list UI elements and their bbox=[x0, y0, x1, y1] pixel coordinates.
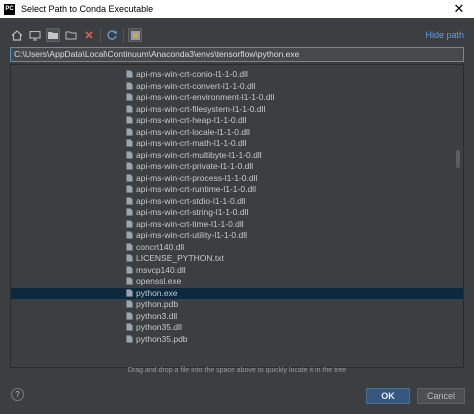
file-name: concrt140.dll bbox=[136, 241, 185, 252]
show-hidden-files-icon[interactable] bbox=[128, 28, 142, 42]
file-icon bbox=[126, 196, 133, 205]
file-tree-row[interactable]: openssl.exe bbox=[11, 276, 463, 287]
file-name: api-ms-win-crt-runtime-l1-1-0.dll bbox=[136, 184, 256, 194]
help-button[interactable]: ? bbox=[11, 388, 24, 401]
file-tree-row[interactable]: api-ms-win-crt-runtime-l1-1-0.dll bbox=[11, 184, 463, 195]
file-icon bbox=[126, 81, 133, 90]
file-name: api-ms-win-crt-math-l1-1-0.dll bbox=[136, 138, 247, 148]
file-tree-row[interactable]: api-ms-win-crt-stdio-l1-1-0.dll bbox=[11, 196, 463, 207]
file-name: api-ms-win-crt-string-l1-1-0.dll bbox=[136, 207, 249, 217]
file-icon bbox=[126, 116, 133, 124]
file-icon bbox=[126, 70, 133, 78]
file-tree-row[interactable]: python35.dll bbox=[11, 322, 463, 333]
home-icon[interactable] bbox=[10, 28, 24, 42]
file-tree-row[interactable]: api-ms-win-crt-conio-l1-1-0.dll bbox=[11, 69, 463, 80]
file-icon bbox=[126, 277, 133, 285]
file-icon bbox=[126, 311, 133, 320]
file-icon bbox=[126, 300, 133, 308]
file-icon bbox=[126, 104, 133, 113]
file-name: api-ms-win-crt-time-l1-1-0.dll bbox=[136, 218, 244, 229]
file-icon bbox=[126, 334, 133, 343]
file-name: api-ms-win-crt-multibyte-l1-1-0.dll bbox=[136, 149, 262, 160]
file-name: python3.dll bbox=[136, 310, 178, 321]
project-folder-icon[interactable] bbox=[46, 28, 60, 42]
file-tree[interactable]: api-ms-win-crt-conio-l1-1-0.dll api-ms-wi… bbox=[10, 64, 464, 368]
file-name: python.exe bbox=[136, 287, 178, 298]
file-name: api-ms-win-crt-convert-l1-1-0.dll bbox=[136, 80, 256, 91]
file-icon bbox=[126, 93, 133, 101]
file-icon bbox=[126, 323, 133, 331]
file-name: LICENSE_PYTHON.txt bbox=[136, 253, 224, 263]
file-tree-row[interactable]: api-ms-win-crt-filesystem-l1-1-0.dll bbox=[11, 104, 463, 115]
file-tree-row[interactable]: api-ms-win-crt-string-l1-1-0.dll bbox=[11, 207, 463, 218]
file-tree-row[interactable]: api-ms-win-crt-multibyte-l1-1-0.dll bbox=[11, 150, 463, 161]
file-icon bbox=[126, 150, 133, 159]
cancel-button[interactable]: Cancel bbox=[417, 388, 465, 404]
file-name: api-ms-win-crt-conio-l1-1-0.dll bbox=[136, 69, 248, 79]
file-tree-row[interactable]: concrt140.dll bbox=[11, 242, 463, 253]
file-icon bbox=[126, 208, 133, 216]
delete-icon[interactable] bbox=[82, 28, 96, 42]
file-tree-row[interactable]: python.exe bbox=[11, 287, 463, 299]
close-icon[interactable]: ✕ bbox=[444, 0, 474, 18]
desktop-icon[interactable] bbox=[28, 28, 42, 42]
file-name: msvcp140.dll bbox=[136, 264, 186, 275]
file-tree-row[interactable]: msvcp140.dll bbox=[11, 265, 463, 276]
file-icon bbox=[126, 185, 133, 193]
file-tree-row[interactable]: api-ms-win-crt-heap-l1-1-0.dll bbox=[11, 115, 463, 126]
window-title: Select Path to Conda Executable bbox=[21, 4, 154, 14]
file-tree-row[interactable]: api-ms-win-crt-environment-l1-1-0.dll bbox=[11, 92, 463, 103]
path-input[interactable]: C:\Users\AppData\Local\Continuum\Anacond… bbox=[10, 47, 464, 62]
file-name: api-ms-win-crt-process-l1-1-0.dll bbox=[136, 172, 258, 183]
file-name: python.pdb bbox=[136, 299, 179, 309]
file-tree-row[interactable]: LICENSE_PYTHON.txt bbox=[11, 253, 463, 264]
file-icon bbox=[126, 139, 133, 147]
file-name: api-ms-win-crt-filesystem-l1-1-0.dll bbox=[136, 103, 266, 114]
file-tree-row[interactable]: api-ms-win-crt-math-l1-1-0.dll bbox=[11, 138, 463, 149]
file-tree-row[interactable]: api-ms-win-crt-time-l1-1-0.dll bbox=[11, 219, 463, 230]
file-tree-row[interactable]: python3.dll bbox=[11, 311, 463, 322]
file-tree-row[interactable]: python35.pdb bbox=[11, 334, 463, 345]
file-icon bbox=[126, 127, 133, 136]
file-name: python35.dll bbox=[136, 322, 182, 332]
file-icon bbox=[126, 242, 133, 251]
file-name: api-ms-win-crt-heap-l1-1-0.dll bbox=[136, 115, 247, 125]
file-icon bbox=[126, 265, 133, 274]
file-tree-row[interactable]: api-ms-win-crt-process-l1-1-0.dll bbox=[11, 173, 463, 184]
file-name: api-ms-win-crt-locale-l1-1-0.dll bbox=[136, 126, 250, 137]
file-name: api-ms-win-crt-private-l1-1-0.dll bbox=[136, 161, 254, 171]
title-bar: PC Select Path to Conda Executable ✕ bbox=[0, 0, 474, 18]
toolbar-separator bbox=[100, 28, 101, 42]
file-icon bbox=[126, 288, 133, 297]
file-tree-row[interactable]: api-ms-win-crt-locale-l1-1-0.dll bbox=[11, 127, 463, 138]
toolbar-separator bbox=[123, 28, 124, 42]
hide-path-link[interactable]: Hide path bbox=[425, 30, 464, 40]
ok-button[interactable]: OK bbox=[366, 388, 410, 404]
file-icon bbox=[126, 173, 133, 182]
file-icon bbox=[126, 162, 133, 170]
file-tree-row[interactable]: api-ms-win-crt-convert-l1-1-0.dll bbox=[11, 81, 463, 92]
file-name: python35.pdb bbox=[136, 333, 188, 344]
file-tree-row[interactable]: python.pdb bbox=[11, 299, 463, 310]
file-tree-row[interactable]: api-ms-win-crt-private-l1-1-0.dll bbox=[11, 161, 463, 172]
file-icon bbox=[126, 219, 133, 228]
refresh-icon[interactable] bbox=[105, 28, 119, 42]
file-tree-row[interactable]: api-ms-win-crt-utility-l1-1-0.dll bbox=[11, 230, 463, 241]
file-icon bbox=[126, 231, 133, 239]
drag-drop-hint: Drag and drop a file into the space abov… bbox=[127, 367, 347, 374]
file-icon bbox=[126, 254, 133, 262]
file-name: api-ms-win-crt-utility-l1-1-0.dll bbox=[136, 230, 247, 240]
file-name: api-ms-win-crt-environment-l1-1-0.dll bbox=[136, 92, 275, 102]
file-name: openssl.exe bbox=[136, 276, 182, 286]
pycharm-app-icon: PC bbox=[4, 3, 15, 15]
new-folder-icon[interactable] bbox=[64, 28, 78, 42]
file-name: api-ms-win-crt-stdio-l1-1-0.dll bbox=[136, 195, 246, 206]
toolbar bbox=[10, 27, 146, 43]
